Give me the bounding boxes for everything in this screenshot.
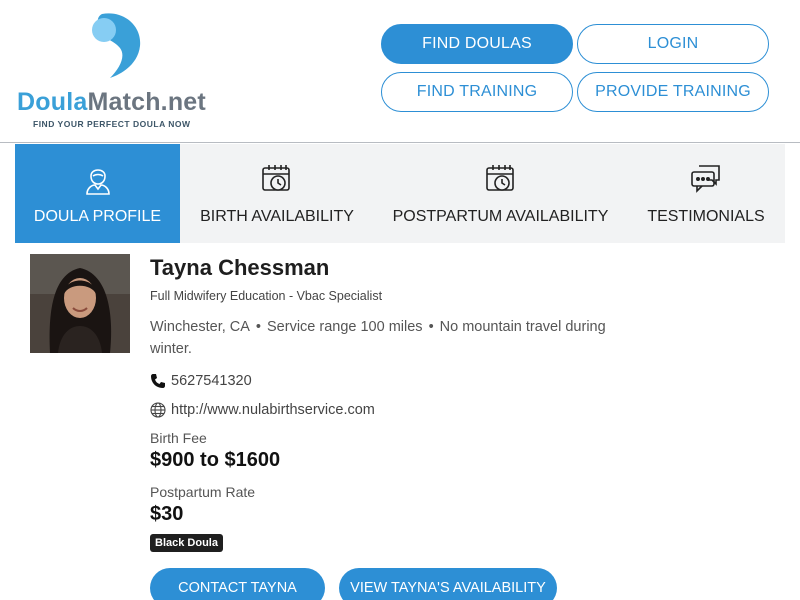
tab-label: DOULA PROFILE: [33, 208, 162, 225]
calendar-clock-icon: [260, 162, 294, 196]
find-training-button[interactable]: FIND TRAINING: [381, 72, 573, 112]
location-text: Winchester, CA: [150, 319, 250, 335]
birth-fee-value: $900 to $1600: [150, 449, 281, 471]
phone-row[interactable]: 5627541320: [150, 373, 252, 389]
tab-doula-profile[interactable]: DOULA PROFILE: [15, 144, 180, 243]
site-header: DoulaMatch.net FIND YOUR PERFECT DOULA N…: [0, 0, 800, 143]
doula-specialty: Full Midwifery Education - Vbac Speciali…: [150, 289, 383, 303]
phone-icon: [150, 373, 166, 389]
provide-training-button[interactable]: PROVIDE TRAINING: [577, 72, 769, 112]
tab-testimonials[interactable]: TESTIMONIALS: [627, 144, 785, 243]
separator-dot: •: [255, 319, 261, 335]
tab-label: BIRTH AVAILABILITY: [200, 208, 354, 225]
person-icon: [81, 162, 115, 196]
doula-photo: [30, 254, 130, 353]
view-availability-button[interactable]: VIEW TAYNA'S AVAILABILITY: [339, 568, 557, 600]
contact-button[interactable]: CONTACT TAYNA: [150, 568, 325, 600]
tab-label: POSTPARTUM AVAILABILITY: [392, 208, 609, 225]
black-doula-badge: Black Doula: [150, 534, 223, 552]
login-button[interactable]: LOGIN: [577, 24, 769, 64]
website-link[interactable]: http://www.nulabirthservice.com: [171, 402, 375, 418]
find-doulas-button[interactable]: FIND DOULAS: [381, 24, 573, 64]
tab-label: TESTIMONIALS: [647, 208, 765, 225]
postpartum-rate-value: $30: [150, 503, 184, 525]
profile-tabs: DOULA PROFILE BIRTH AVAILABILITY POSTPAR…: [15, 144, 785, 243]
globe-icon: [150, 402, 166, 418]
logo-icon[interactable]: [90, 12, 150, 82]
phone-number[interactable]: 5627541320: [171, 373, 252, 389]
chat-bubbles-icon: [689, 162, 723, 196]
service-range-text: Service range 100 miles: [267, 319, 423, 335]
separator-dot: •: [428, 319, 434, 335]
doula-location-info: Winchester, CA • Service range 100 miles • N…: [150, 316, 640, 360]
tab-birth-availability[interactable]: BIRTH AVAILABILITY: [180, 144, 374, 243]
calendar-clock-icon: [484, 162, 518, 196]
logo-tagline: FIND YOUR PERFECT DOULA NOW: [33, 119, 191, 129]
tab-postpartum-availability[interactable]: POSTPARTUM AVAILABILITY: [374, 144, 627, 243]
birth-fee-label: Birth Fee: [150, 430, 207, 446]
doula-name: Tayna Chessman: [150, 255, 330, 280]
website-row[interactable]: http://www.nulabirthservice.com: [150, 402, 375, 418]
logo-wordmark[interactable]: DoulaMatch.net: [17, 88, 206, 117]
postpartum-rate-label: Postpartum Rate: [150, 484, 256, 500]
